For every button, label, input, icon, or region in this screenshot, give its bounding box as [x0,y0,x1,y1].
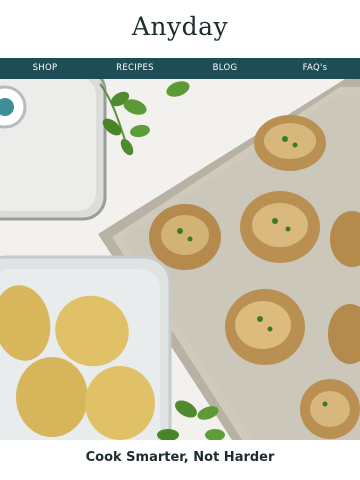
main-nav: SHOP RECIPES BLOG FAQ's [0,58,360,79]
anyday-logo[interactable]: Anyday [0,12,360,41]
hero-image [0,79,360,440]
tagline-heading: Cook Smarter, Not Harder [85,450,275,465]
nav-item-shop[interactable]: SHOP [0,58,90,79]
nav-item-recipes[interactable]: RECIPES [90,58,180,79]
site-header: Anyday [0,0,360,58]
nav-item-blog[interactable]: BLOG [180,58,270,79]
nav-item-faqs[interactable]: FAQ's [270,58,360,79]
tagline-subtext [4,474,356,480]
hero-photo-illustration [0,79,360,440]
anyday-dish-lid [0,79,107,221]
